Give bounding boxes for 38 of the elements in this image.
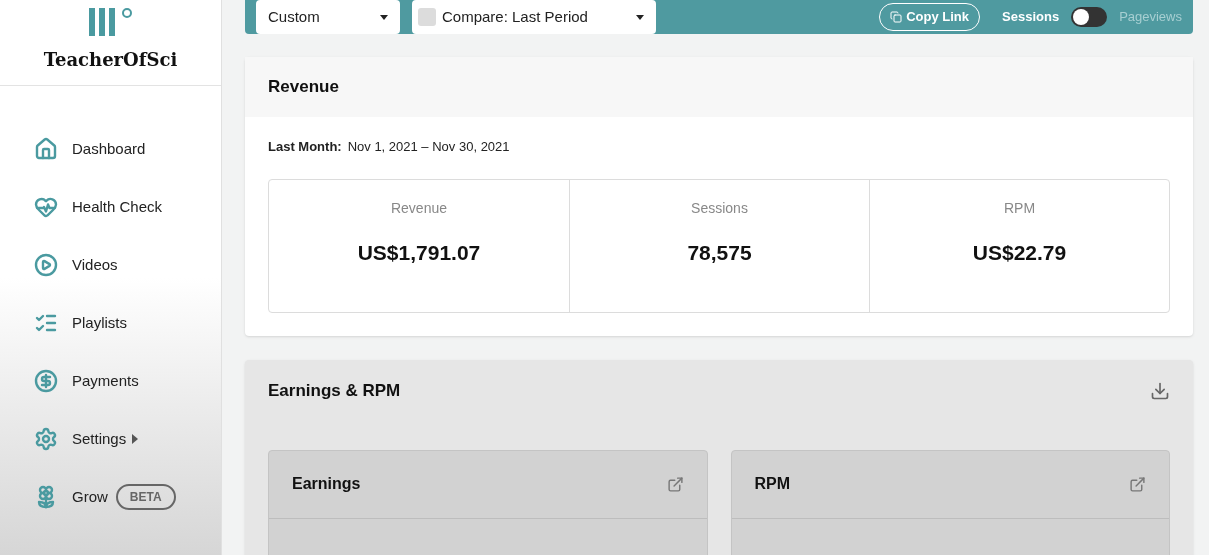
play-circle-icon [34, 253, 58, 277]
dollar-icon [34, 369, 58, 393]
sessions-label: Sessions [1002, 8, 1060, 27]
period-range: Nov 1, 2021 – Nov 30, 2021 [347, 138, 510, 156]
stat-label: RPM [1003, 198, 1036, 218]
card-title: Earnings & RPM [268, 379, 401, 402]
nav-item[interactable]: Playlists [34, 305, 221, 341]
pageviews-label: Pageviews [1119, 8, 1182, 27]
compare-checkbox[interactable] [418, 8, 436, 26]
download-icon[interactable] [1150, 380, 1170, 401]
compare-dropdown[interactable]: Compare: Last Period [412, 0, 656, 34]
settings-icon [34, 427, 58, 451]
home-icon [34, 137, 58, 161]
brand-name: TeacherOfSci [43, 48, 178, 72]
card-title: Revenue [268, 76, 339, 99]
beta-badge: BETA [115, 484, 176, 510]
heart-pulse-icon [34, 195, 58, 219]
nav-item[interactable]: Payments [34, 363, 221, 399]
caret-icon [380, 14, 388, 20]
panel-title: Earnings [292, 474, 361, 494]
external-link-icon[interactable] [666, 475, 684, 493]
nav-item[interactable]: Dashboard [34, 131, 221, 167]
nav-item[interactable]: Settings [34, 421, 221, 457]
copy-icon [890, 11, 903, 23]
external-link-icon[interactable] [1129, 475, 1146, 493]
period-label: Last Month: [268, 138, 342, 156]
nav-item[interactable]: Health Check [34, 189, 221, 225]
range-dropdown[interactable]: Custom [256, 0, 400, 34]
nav-item[interactable]: Grow BETA [34, 479, 221, 515]
stat-label: Revenue [390, 198, 447, 218]
stat-label: Sessions [691, 198, 748, 218]
stat-value: US$22.79 [972, 239, 1067, 266]
nav-item[interactable]: Videos [34, 247, 221, 283]
metric-toggle[interactable] [1071, 7, 1108, 27]
panel-title: RPM [754, 474, 791, 494]
caret-icon [636, 14, 644, 20]
stat-value: 78,575 [687, 239, 752, 266]
stat-value: US$1,791.07 [357, 239, 481, 266]
